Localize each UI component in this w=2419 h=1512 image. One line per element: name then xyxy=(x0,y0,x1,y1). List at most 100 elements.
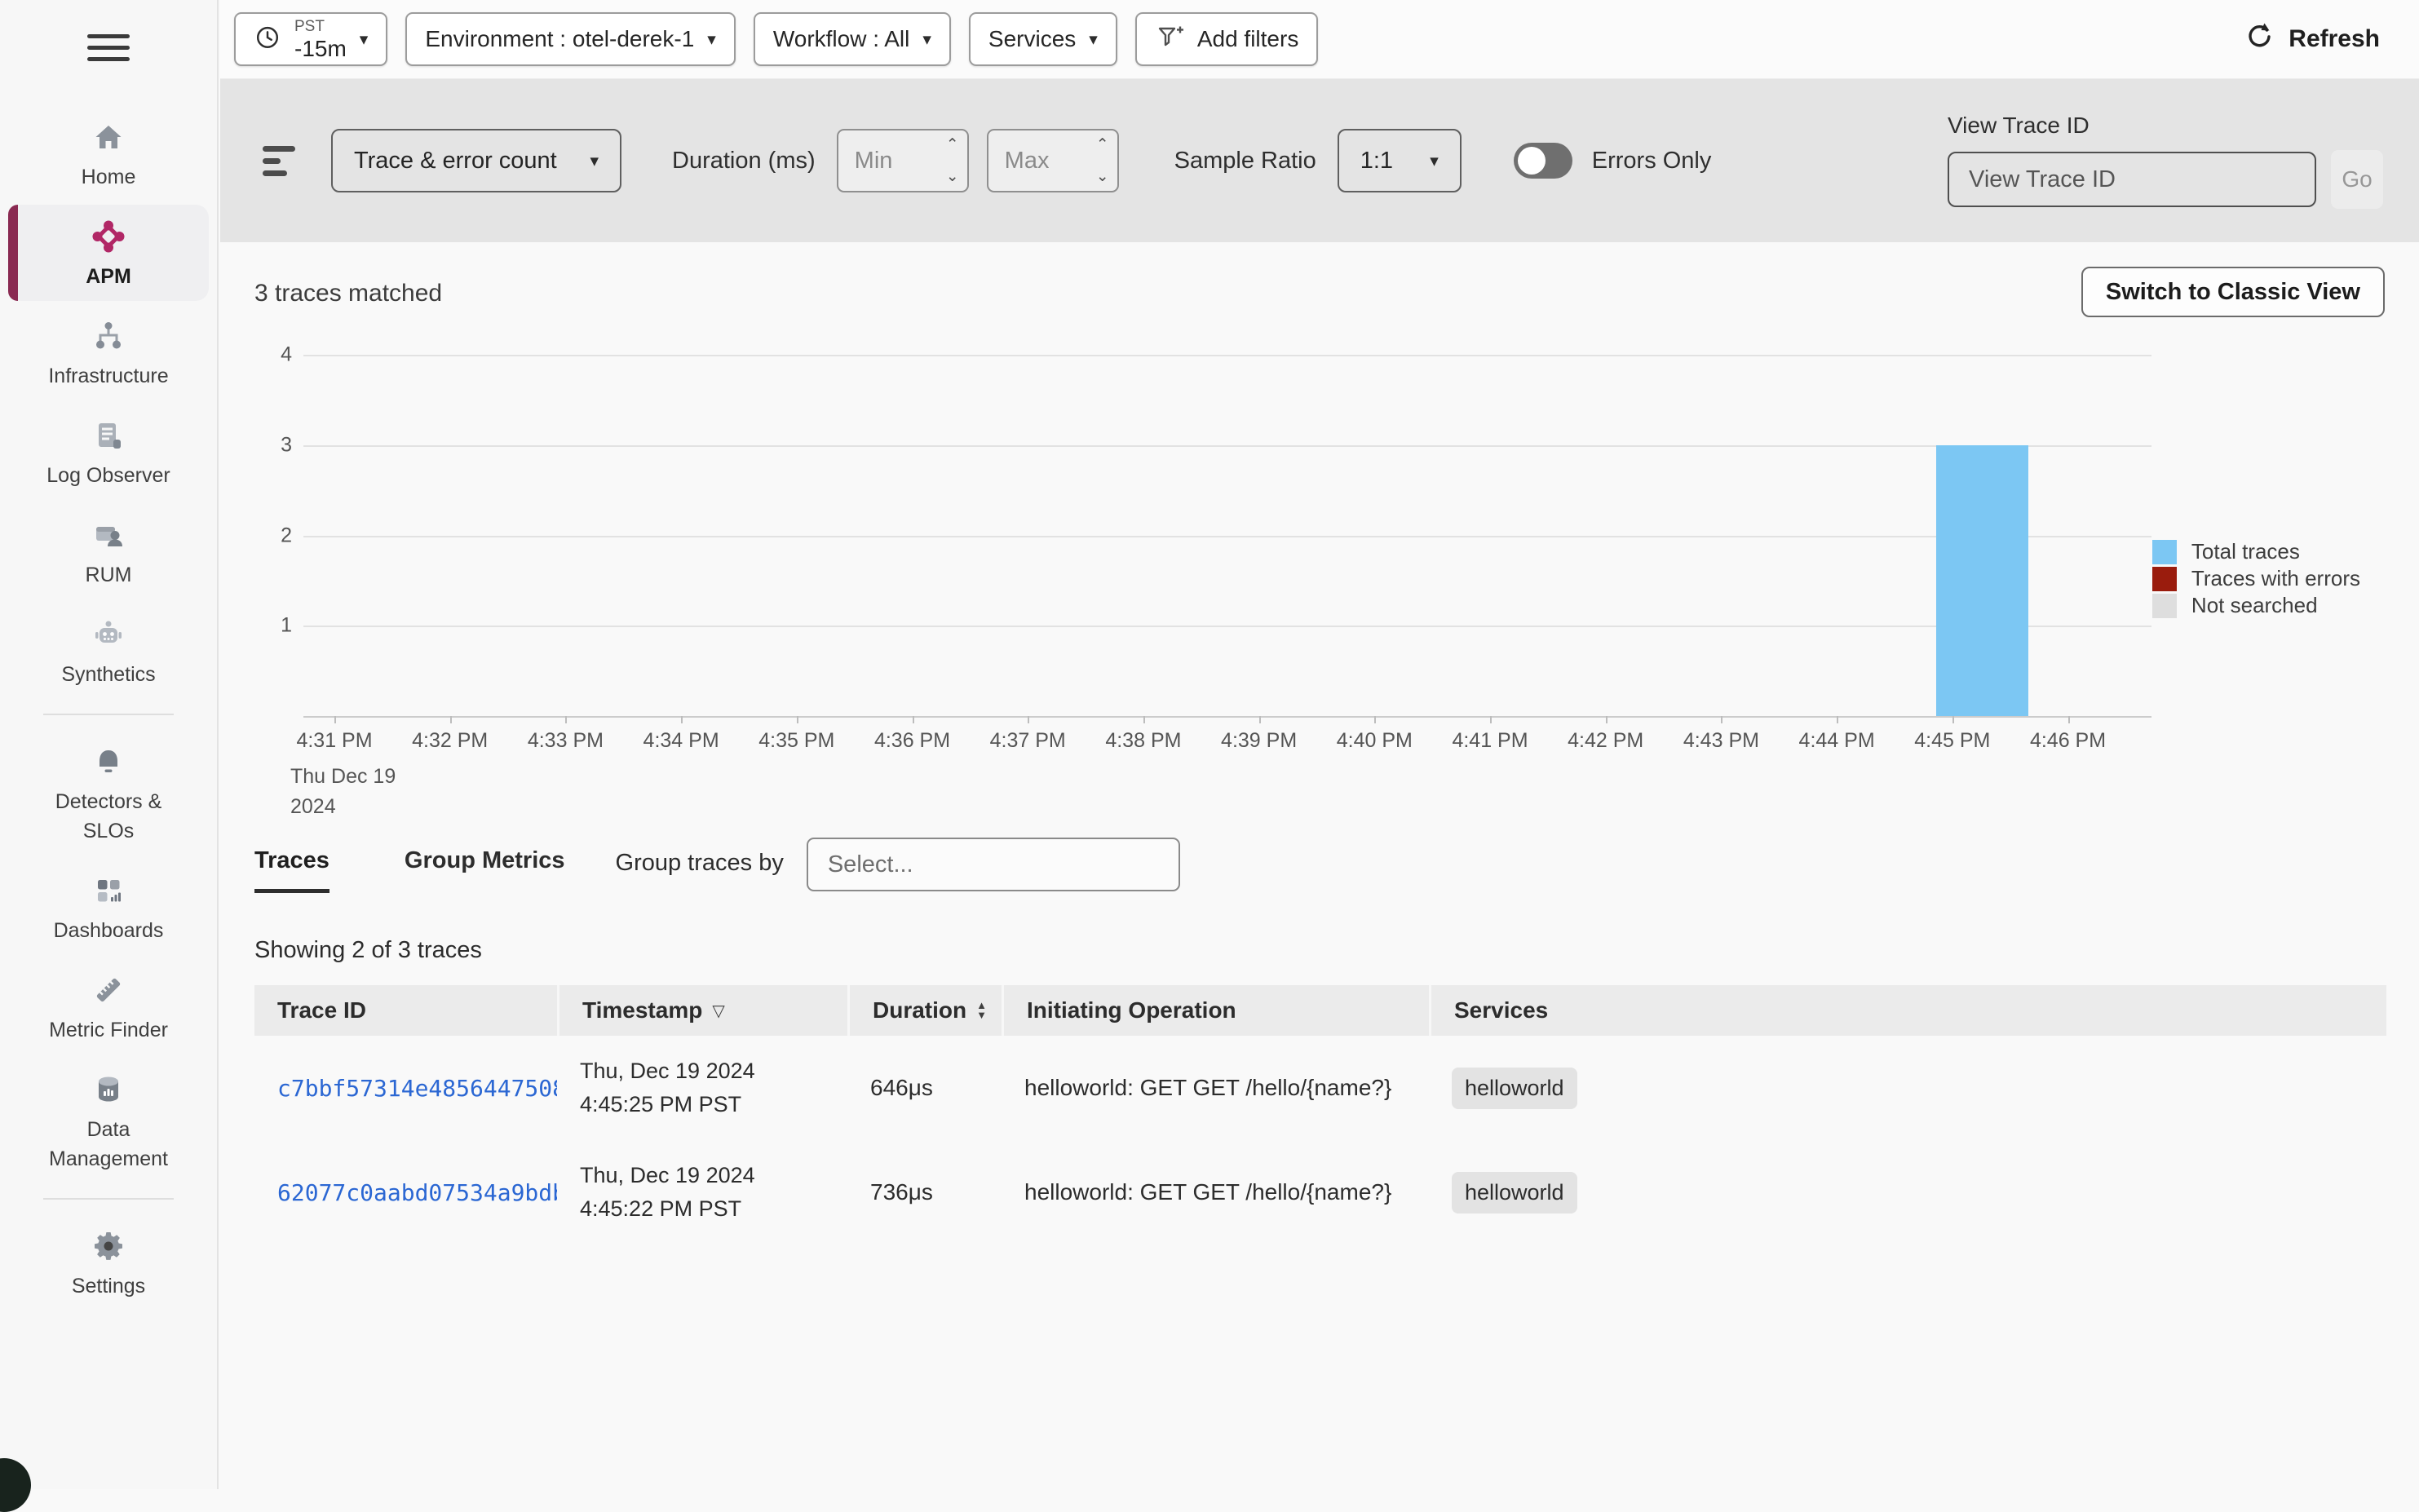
chevron-down-icon: ▾ xyxy=(360,31,369,48)
errors-only-label: Errors Only xyxy=(1592,148,1712,175)
sidebar-item-synthetics[interactable]: Synthetics xyxy=(8,603,209,699)
metric-type-select[interactable]: Trace & error count ▾ xyxy=(331,129,621,192)
chart-plot[interactable]: Thu Dec 19 2024 12344:31 PM4:32 PM4:33 P… xyxy=(303,355,2151,716)
trace-filter-bar: Trace & error count ▾ Duration (ms) ⌃⌄ ⌃… xyxy=(220,79,2419,242)
x-axis-tick-label: 4:46 PM xyxy=(2030,729,2106,753)
y-axis-tick-label: 4 xyxy=(264,343,292,367)
group-traces-by-label: Group traces by xyxy=(616,850,784,891)
x-axis-tick xyxy=(2068,716,2070,723)
sidebar-item-dashboards[interactable]: Dashboards xyxy=(8,859,209,955)
main-area: PST -15m ▾ Environment : otel-derek-1 ▾ … xyxy=(220,0,2419,1489)
tab-group-metrics[interactable]: Group Metrics xyxy=(405,847,565,893)
sample-ratio-label: Sample Ratio xyxy=(1174,148,1316,175)
help-bubble[interactable] xyxy=(0,1458,31,1512)
stepper-arrows-icon[interactable]: ⌃⌄ xyxy=(946,137,959,184)
content-area: 3 traces matched Switch to Classic View … xyxy=(220,242,2419,1245)
clock-icon xyxy=(254,23,281,56)
table-row: c7bbf57314e4856447508cThu, Dec 19 20244:… xyxy=(254,1036,2386,1140)
x-axis-tick-label: 4:39 PM xyxy=(1221,729,1297,753)
x-axis-date-label: Thu Dec 19 2024 xyxy=(290,762,396,822)
sidebar-item-log-observer[interactable]: Log Observer xyxy=(8,404,209,500)
service-chip[interactable]: helloworld xyxy=(1452,1172,1577,1214)
legend-item[interactable]: Not searched xyxy=(2152,592,2360,619)
services-filter[interactable]: Services ▾ xyxy=(969,12,1117,66)
chevron-down-icon: ▾ xyxy=(1430,153,1439,170)
group-traces-by-select[interactable] xyxy=(807,838,1180,891)
traces-table-body: c7bbf57314e4856447508c Thu, Dec 19 20244:… xyxy=(254,1036,2386,1245)
time-range-picker[interactable]: PST -15m ▾ xyxy=(234,12,387,66)
sidebar-item-settings[interactable]: Settings xyxy=(8,1214,209,1311)
x-axis-tick-label: 4:38 PM xyxy=(1105,729,1181,753)
duration-min-field: ⌃⌄ xyxy=(837,129,969,192)
filter-list-icon[interactable] xyxy=(263,146,295,176)
sidebar-item-label: Log Observer xyxy=(46,461,170,490)
sample-ratio-select[interactable]: 1:1 ▾ xyxy=(1338,129,1462,192)
workflow-filter[interactable]: Workflow : All ▾ xyxy=(754,12,951,66)
go-button[interactable]: Go xyxy=(2331,150,2383,209)
menu-toggle-icon[interactable] xyxy=(87,34,130,61)
sidebar-item-detectors-slos[interactable]: Detectors & SLOs xyxy=(8,730,209,855)
column-header-timestamp[interactable]: Timestamp▽ xyxy=(557,985,847,1036)
timestamp-cell: Thu, Dec 19 20244:45:22 PM PST xyxy=(557,1159,847,1226)
legend-swatch xyxy=(2152,540,2177,564)
x-axis-tick xyxy=(565,716,567,723)
service-chip[interactable]: helloworld xyxy=(1452,1068,1577,1109)
bell-icon xyxy=(90,743,127,780)
legend-item[interactable]: Traces with errors xyxy=(2152,565,2360,592)
trace-id-link[interactable]: c7bbf57314e4856447508c xyxy=(277,1075,557,1102)
traces-matched-text: 3 traces matched xyxy=(254,267,442,307)
sidebar-item-apm[interactable]: APM xyxy=(8,205,209,301)
chart-bar[interactable] xyxy=(1936,445,2029,716)
x-axis-tick-label: 4:32 PM xyxy=(412,729,488,753)
x-axis-tick xyxy=(1837,716,1838,723)
timezone-label: PST xyxy=(294,19,325,34)
sidebar-item-home[interactable]: Home xyxy=(8,105,209,201)
errors-only-toggle[interactable] xyxy=(1514,143,1572,179)
column-header-services[interactable]: Services xyxy=(1429,985,2386,1036)
sidebar-item-infrastructure[interactable]: Infrastructure xyxy=(8,304,209,400)
x-axis-tick-label: 4:35 PM xyxy=(758,729,834,753)
chart-legend: Total tracesTraces with errorsNot search… xyxy=(2152,538,2360,619)
switch-to-classic-view-button[interactable]: Switch to Classic View xyxy=(2081,267,2385,317)
sidebar-divider xyxy=(43,714,174,715)
legend-label: Traces with errors xyxy=(2191,566,2360,591)
services-filter-label: Services xyxy=(988,26,1076,52)
traces-table-header: Trace ID Timestamp▽ Duration▲▼ Initiatin… xyxy=(254,985,2386,1036)
apm-icon xyxy=(90,218,127,255)
environment-filter[interactable]: Environment : otel-derek-1 ▾ xyxy=(405,12,735,66)
sidebar-item-label: Synthetics xyxy=(61,660,155,689)
x-axis-tick-label: 4:36 PM xyxy=(874,729,950,753)
sidebar-divider xyxy=(43,1198,174,1200)
synthetics-icon xyxy=(90,616,127,653)
x-axis-tick xyxy=(1606,716,1608,723)
sidebar-item-rum[interactable]: RUM xyxy=(8,503,209,599)
legend-swatch xyxy=(2152,567,2177,591)
legend-item[interactable]: Total traces xyxy=(2152,538,2360,565)
column-header-duration[interactable]: Duration▲▼ xyxy=(847,985,1002,1036)
refresh-button[interactable]: Refresh xyxy=(2244,21,2380,57)
stepper-arrows-icon[interactable]: ⌃⌄ xyxy=(1096,137,1109,184)
gridline xyxy=(303,445,2151,447)
tab-traces[interactable]: Traces xyxy=(254,847,329,893)
sidebar-item-data-management[interactable]: Data Management xyxy=(8,1058,209,1183)
column-header-initiating-operation[interactable]: Initiating Operation xyxy=(1002,985,1429,1036)
add-filters-label: Add filters xyxy=(1197,26,1299,52)
ruler-icon xyxy=(90,971,127,1009)
table-row: 62077c0aabd07534a9bdbeThu, Dec 19 20244:… xyxy=(254,1140,2386,1245)
x-axis-line xyxy=(303,716,2151,718)
y-axis-tick-label: 1 xyxy=(264,614,292,638)
trace-id-link[interactable]: 62077c0aabd07534a9bdbe xyxy=(277,1179,557,1206)
view-trace-id-input[interactable] xyxy=(1948,152,2316,207)
legend-label: Total traces xyxy=(2191,539,2300,564)
sample-ratio-value: 1:1 xyxy=(1360,148,1393,175)
results-tabs: Traces Group Metrics Group traces by xyxy=(254,838,2385,903)
sidebar-item-metric-finder[interactable]: Metric Finder xyxy=(8,958,209,1054)
add-filters-button[interactable]: Add filters xyxy=(1135,12,1319,66)
x-axis-tick xyxy=(1952,716,1954,723)
sidebar-item-label: Data Management xyxy=(37,1115,180,1174)
infrastructure-icon xyxy=(90,317,127,355)
legend-label: Not searched xyxy=(2191,593,2318,618)
sidebar-item-label: RUM xyxy=(86,560,132,590)
column-header-trace-id[interactable]: Trace ID xyxy=(254,985,557,1036)
sidebar-item-label: Settings xyxy=(72,1271,145,1301)
